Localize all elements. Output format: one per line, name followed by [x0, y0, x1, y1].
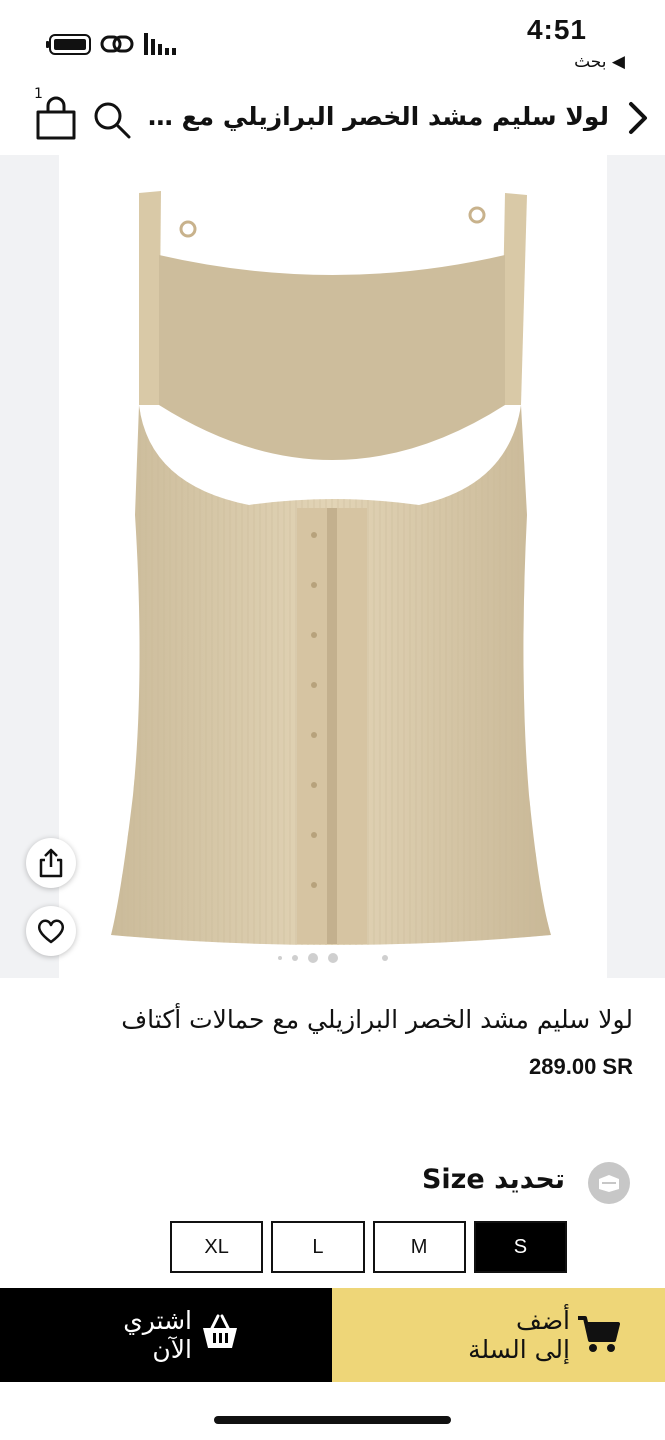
gallery-dot[interactable]	[381, 955, 388, 961]
share-icon	[39, 848, 63, 878]
home-indicator[interactable]	[214, 1416, 451, 1424]
battery-icon	[46, 34, 91, 55]
gallery-dot[interactable]	[307, 953, 318, 963]
size-selector-label: تحديد Size	[421, 1164, 565, 1195]
gallery-pagination	[0, 951, 665, 965]
cart-icon	[578, 1316, 620, 1352]
size-option-xl[interactable]: XL	[170, 1221, 264, 1273]
basket-icon	[203, 1314, 237, 1348]
header: لولا سليم مشد الخصر البرازيلي مع دعامات …	[0, 80, 665, 155]
add-to-cart-label-line2: إلى السلة	[468, 1335, 570, 1364]
heart-icon	[37, 919, 65, 944]
size-option-l[interactable]: L	[271, 1221, 365, 1273]
product-image	[111, 191, 551, 945]
gallery-dot[interactable]	[291, 955, 298, 961]
gallery-dot-active[interactable]	[327, 953, 338, 963]
clock: 4:51	[526, 14, 587, 45]
size-options: XL L M S	[170, 1221, 567, 1273]
buy-now-button[interactable]: اشتري الآن	[0, 1288, 332, 1382]
status-icons	[46, 33, 176, 55]
product-image-gallery[interactable]	[0, 155, 665, 978]
add-to-cart-label: أضف إلى السلة	[468, 1306, 570, 1364]
cart-count-badge: 1	[34, 86, 43, 102]
page-title: لولا سليم مشد الخصر البرازيلي مع دعامات	[139, 102, 609, 131]
search-icon[interactable]	[92, 100, 132, 140]
back-chevron-icon[interactable]	[625, 98, 651, 138]
size-option-s[interactable]: S	[473, 1221, 567, 1273]
size-chart-button[interactable]	[588, 1162, 630, 1204]
size-chart-icon	[599, 1175, 619, 1192]
buy-now-label-line1: اشتري	[123, 1306, 192, 1335]
buy-now-label-line2: الآن	[152, 1335, 192, 1364]
gallery-dot[interactable]	[277, 956, 282, 960]
product-name: لولا سليم مشد الخصر البرازيلي مع حمالات …	[121, 1005, 633, 1034]
shopping-bag-icon[interactable]	[34, 96, 78, 142]
product-image-frame	[59, 155, 607, 978]
signal-icon	[144, 33, 176, 55]
link-icon	[100, 35, 134, 53]
size-option-m[interactable]: M	[372, 1221, 466, 1273]
share-button[interactable]	[26, 838, 76, 888]
add-to-cart-button[interactable]: أضف إلى السلة	[332, 1288, 665, 1382]
product-price: 289.00 SR	[529, 1054, 633, 1079]
favorite-button[interactable]	[26, 906, 76, 956]
back-to-app-link[interactable]: ◀ بحث	[574, 52, 625, 72]
buy-now-label: اشتري الآن	[123, 1306, 192, 1364]
status-bar: 4:51 ◀ بحث	[0, 0, 665, 80]
add-to-cart-label-line1: أضف	[515, 1306, 570, 1335]
